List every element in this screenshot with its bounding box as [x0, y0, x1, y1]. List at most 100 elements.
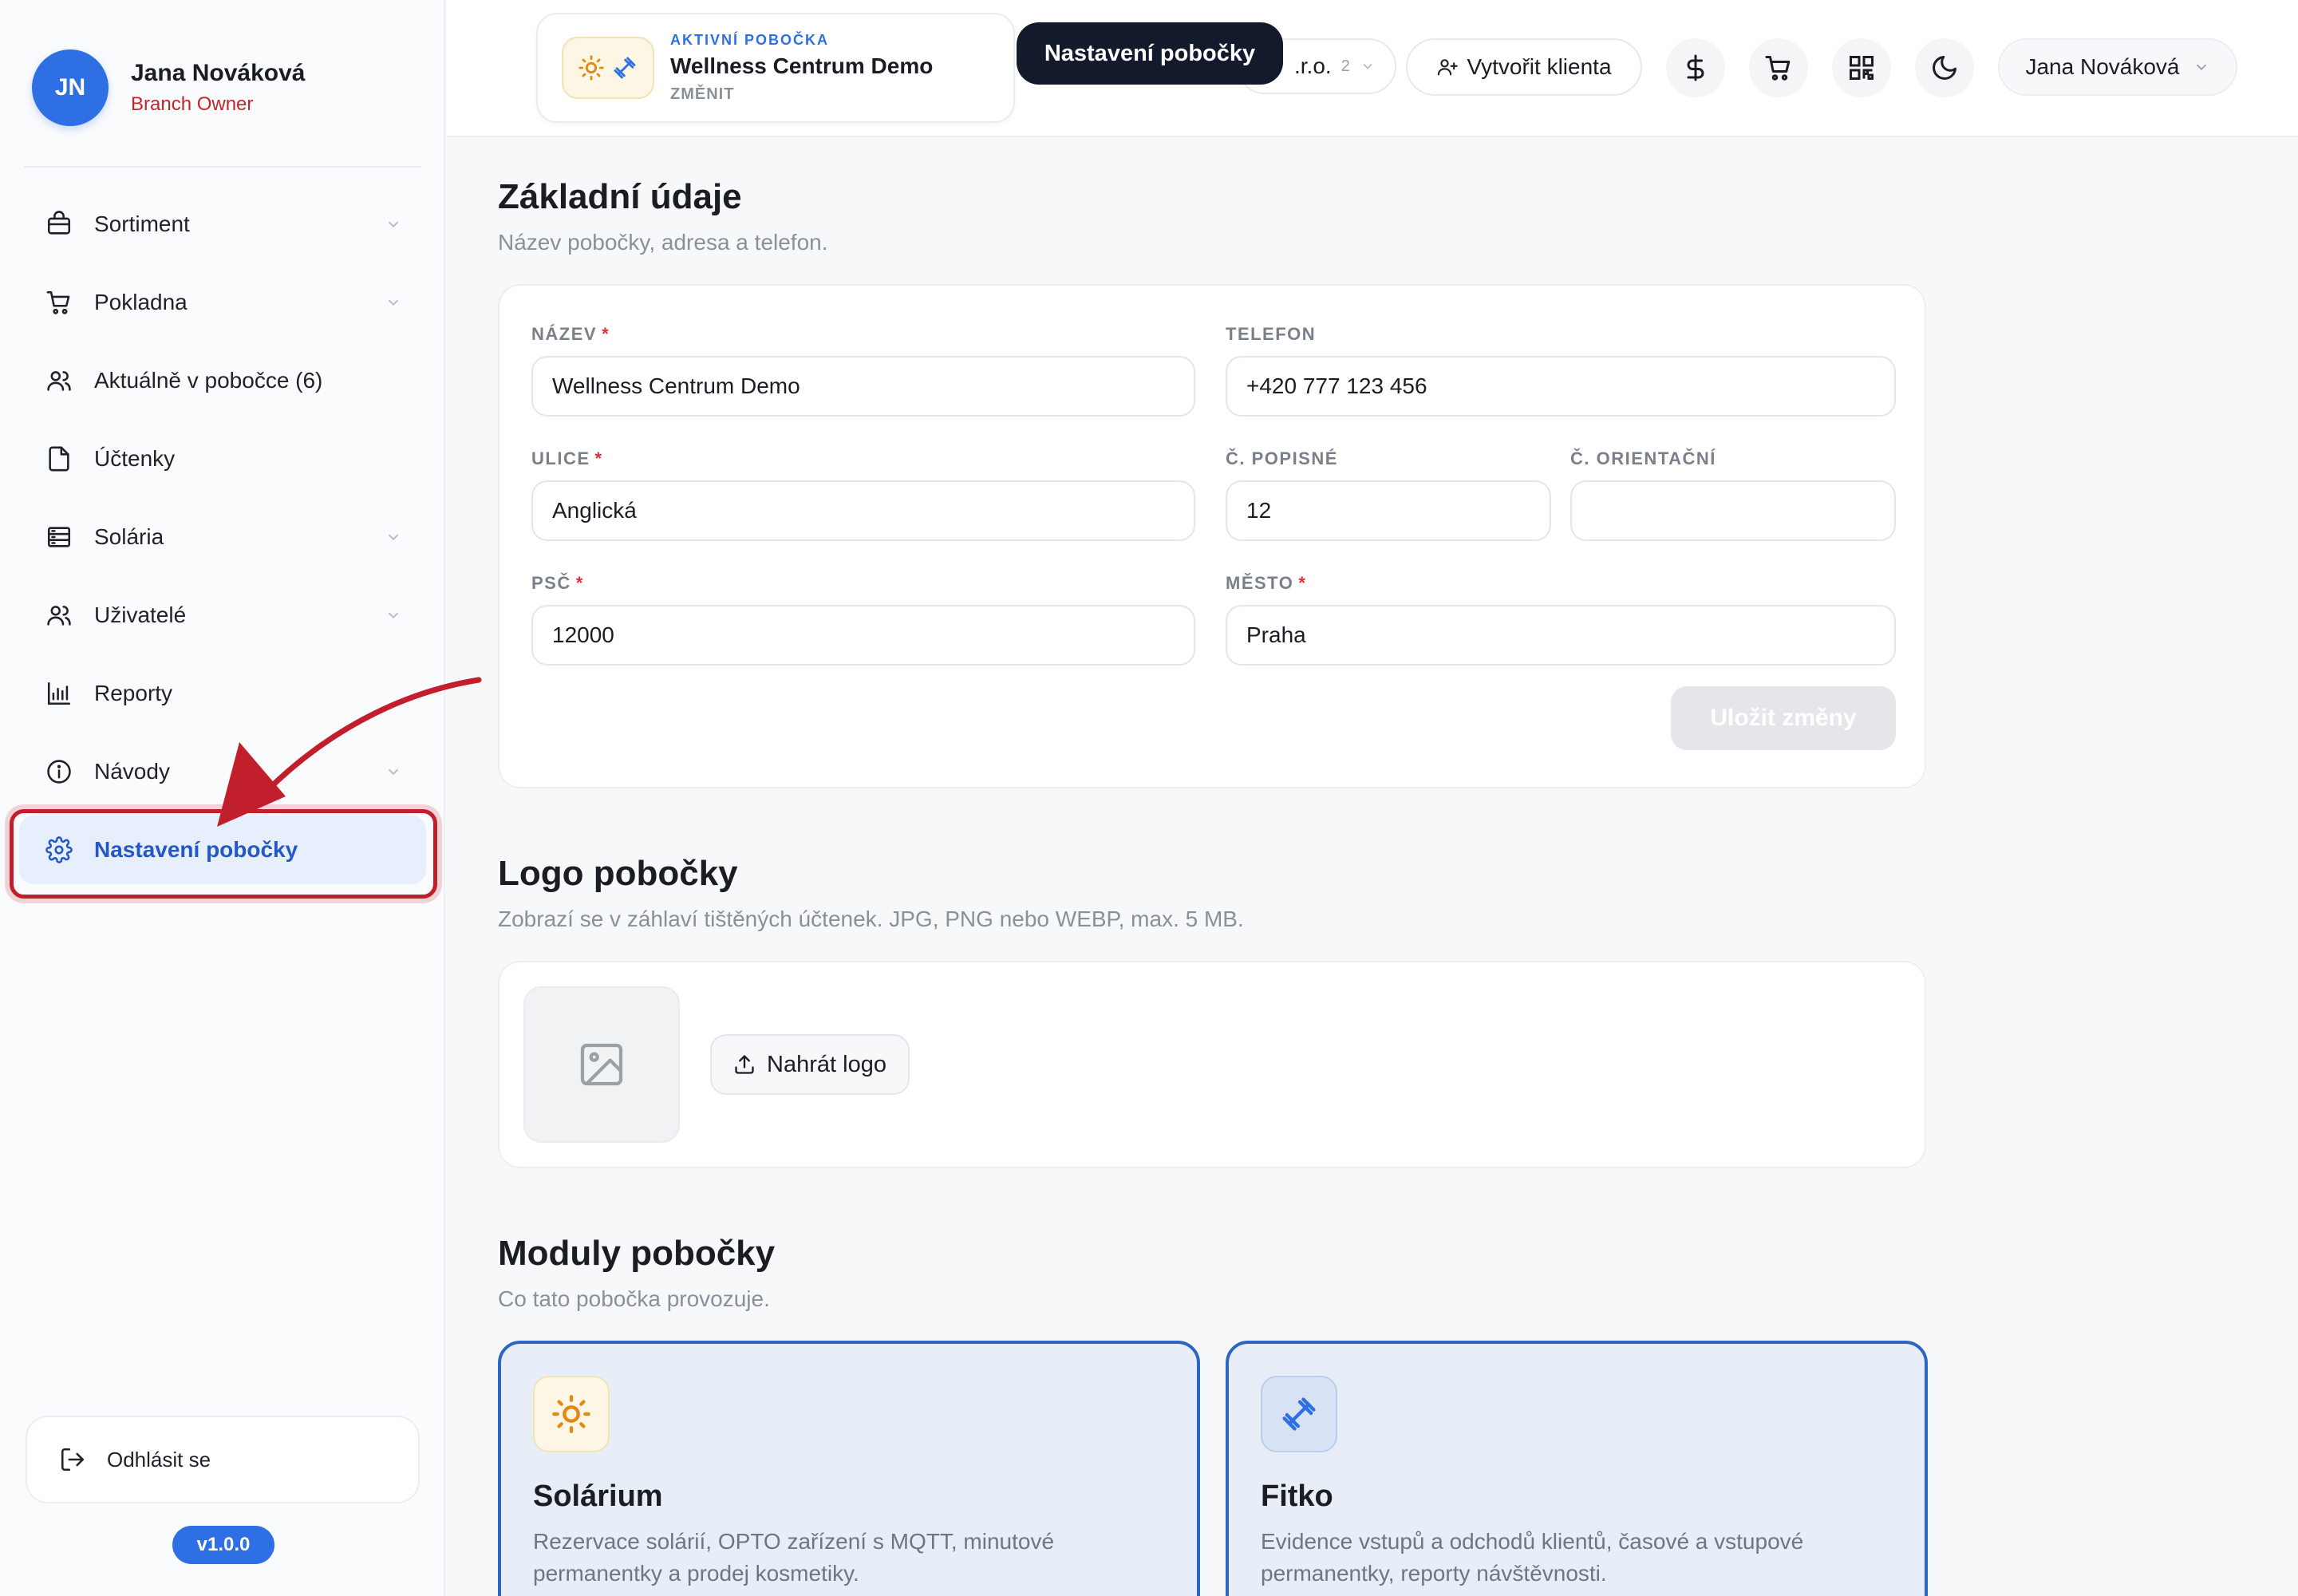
section-subtitle-modules: Co tato pobočka provozuje.	[498, 1286, 770, 1311]
tooltip: Nastavení pobočky	[1017, 22, 1283, 85]
dollar-icon	[1687, 54, 1704, 81]
cart-icon	[45, 288, 73, 317]
cart-button[interactable]	[1749, 38, 1808, 97]
gear-icon	[45, 836, 73, 864]
user-role: Branch Owner	[131, 93, 254, 115]
user-menu-button[interactable]: Jana Nováková	[1998, 38, 2237, 96]
create-client-label: Vytvořit klienta	[1467, 54, 1612, 79]
sidebar-item-label: Návody	[94, 759, 170, 784]
users-icon	[45, 601, 73, 630]
chevron-down-icon	[388, 612, 399, 619]
sidebar-item-reporty[interactable]: Reporty	[19, 659, 426, 728]
qr-button[interactable]	[1832, 38, 1891, 97]
user-plus-icon	[1438, 59, 1459, 76]
logout-label: Odhlásit se	[107, 1447, 211, 1472]
cart-icon	[1765, 56, 1791, 81]
version-badge: v1.0.0	[172, 1526, 274, 1564]
section-title-modules: Moduly pobočky	[498, 1234, 776, 1273]
section-title-basic: Základní údaje	[498, 177, 742, 216]
server-icon	[45, 523, 73, 551]
chevron-down-icon	[1363, 63, 1372, 69]
company-name: .r.o.	[1294, 53, 1332, 78]
field-label-house-number: Č. POPISNÉ	[1226, 448, 1338, 468]
street-input[interactable]	[531, 480, 1195, 541]
create-client-button[interactable]: Vytvořit klienta	[1406, 38, 1642, 96]
orientation-number-input[interactable]	[1570, 480, 1896, 541]
chevron-down-icon	[388, 299, 399, 306]
topbar: AKTIVNÍ POBOČKA Wellness Centrum Demo ZM…	[447, 0, 2298, 137]
logout-icon	[59, 1446, 86, 1473]
sidebar-nav: Sortiment Pokladna Aktuálně v pobočce (6…	[19, 190, 426, 894]
user-name: Jana Nováková	[131, 60, 306, 86]
sidebar-item-navody[interactable]: Návody	[19, 737, 426, 806]
bar-chart-icon	[45, 679, 73, 708]
sidebar-item-solaria[interactable]: Solária	[19, 503, 426, 571]
moon-icon	[1933, 56, 1956, 80]
active-branch-kicker: AKTIVNÍ POBOČKA	[670, 32, 830, 48]
sidebar-item-pokladna[interactable]: Pokladna	[19, 268, 426, 337]
field-label-orientation-number: Č. ORIENTAČNÍ	[1570, 448, 1716, 468]
field-label-phone: TELEFON	[1226, 324, 1317, 344]
chevron-down-icon	[388, 534, 399, 541]
sidebar-item-label: Aktuálně v pobočce (6)	[94, 368, 323, 393]
field-label-name: NÁZEV *	[531, 324, 610, 344]
save-changes-button[interactable]: Uložit změny	[1671, 686, 1896, 750]
house-number-input[interactable]	[1226, 480, 1551, 541]
user-profile: JN Jana Nováková Branch Owner	[32, 49, 305, 126]
branch-name-input[interactable]	[531, 356, 1195, 417]
users-icon	[45, 366, 73, 395]
sidebar-item-label: Nastavení pobočky	[94, 837, 298, 862]
sun-icon	[578, 55, 604, 81]
company-count: 2	[1340, 57, 1350, 75]
module-card-solarium[interactable]: Solárium Rezervace solárií, OPTO zařízen…	[498, 1341, 1200, 1596]
image-icon	[580, 1043, 623, 1086]
info-icon	[45, 757, 73, 786]
field-label-street: ULICE *	[531, 448, 603, 468]
upload-logo-label: Nahrát logo	[767, 1051, 886, 1077]
sidebar-item-uzivatele[interactable]: Uživatelé	[19, 581, 426, 650]
chevron-down-icon	[2196, 64, 2206, 71]
qr-code-icon	[1850, 56, 1874, 80]
chevron-down-icon	[388, 221, 399, 228]
module-card-fitko[interactable]: Fitko Evidence vstupů a odchodů klientů,…	[1226, 1341, 1928, 1596]
section-subtitle-logo: Zobrazí se v záhlaví tištěných účtenek. …	[498, 907, 1244, 931]
basic-info-card: NÁZEV* TELEFON ULICE* Č. POPISNÉ Č. ORIE…	[498, 284, 1926, 788]
logout-button[interactable]: Odhlásit se	[26, 1416, 420, 1503]
active-branch-switcher[interactable]: AKTIVNÍ POBOČKA Wellness Centrum Demo ZM…	[536, 13, 1015, 123]
change-branch-link[interactable]: ZMĚNIT	[670, 85, 933, 104]
chevron-down-icon	[388, 768, 399, 776]
sidebar-item-sortiment[interactable]: Sortiment	[19, 190, 426, 259]
file-icon	[45, 444, 73, 473]
dumbbell-icon	[614, 57, 636, 79]
section-title-logo: Logo pobočky	[498, 854, 738, 893]
sidebar-item-label: Účtenky	[94, 446, 176, 471]
city-input[interactable]	[1226, 605, 1896, 666]
sidebar-item-label: Pokladna	[94, 290, 188, 314]
logo-card: Nahrát logo	[498, 961, 1926, 1168]
avatar: JN	[32, 49, 109, 126]
user-menu-label: Jana Nováková	[2025, 54, 2180, 79]
sidebar-item-aktualne[interactable]: Aktuálně v pobočce (6)	[19, 346, 426, 415]
module-description: Rezervace solárií, OPTO zařízení s MQTT,…	[533, 1529, 1055, 1586]
sidebar: JN Jana Nováková Branch Owner Sortiment …	[0, 0, 445, 1596]
currency-button[interactable]	[1666, 38, 1725, 97]
module-title: Solárium	[533, 1479, 663, 1513]
field-label-zip: PSČ *	[531, 573, 584, 593]
phone-input[interactable]	[1226, 356, 1896, 417]
sidebar-item-label: Uživatelé	[94, 602, 187, 627]
branch-modules-icons	[562, 37, 654, 99]
upload-logo-button[interactable]: Nahrát logo	[710, 1034, 910, 1095]
field-label-city: MĚSTO *	[1226, 573, 1307, 593]
sidebar-item-label: Sortiment	[94, 211, 190, 236]
sidebar-item-nastaveni-pobocky[interactable]: Nastavení pobočky	[19, 816, 426, 884]
theme-toggle-button[interactable]	[1915, 38, 1974, 97]
active-branch-name: Wellness Centrum Demo	[670, 53, 934, 78]
section-subtitle-basic: Název pobočky, adresa a telefon.	[498, 230, 828, 255]
module-description: Evidence vstupů a odchodů klientů, časov…	[1261, 1529, 1804, 1586]
zip-input[interactable]	[531, 605, 1195, 666]
logo-preview	[523, 986, 680, 1143]
sidebar-item-label: Solária	[94, 524, 164, 549]
dumbbell-icon	[1261, 1376, 1337, 1452]
sun-icon	[533, 1376, 610, 1452]
sidebar-item-uctenky[interactable]: Účtenky	[19, 425, 426, 493]
